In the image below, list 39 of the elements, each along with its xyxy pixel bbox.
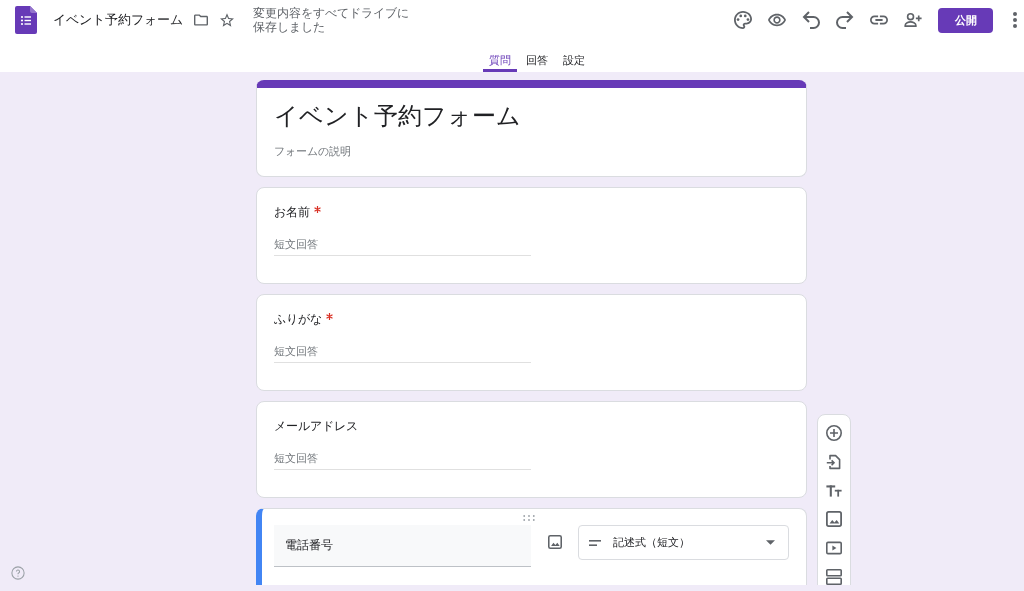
question-card[interactable]: お名前 短文回答 bbox=[256, 187, 807, 284]
tab[interactable]: 回答 bbox=[520, 40, 554, 72]
question-title: メールアドレス bbox=[274, 418, 358, 435]
short-answer-field: 短文回答 bbox=[274, 340, 531, 363]
question-card[interactable]: 電話番号 記述式（短文） bbox=[256, 508, 807, 585]
form-logo-icon[interactable] bbox=[15, 6, 37, 34]
image-icon[interactable] bbox=[548, 535, 562, 549]
video-icon[interactable] bbox=[826, 540, 842, 557]
star-icon[interactable] bbox=[220, 13, 234, 27]
question-card[interactable]: メールアドレス 短文回答 bbox=[256, 401, 807, 498]
add-circle-icon[interactable] bbox=[826, 425, 842, 441]
tab[interactable]: 設定 bbox=[557, 40, 591, 72]
add-person-icon[interactable] bbox=[904, 11, 922, 29]
question-type-dropdown[interactable]: 記述式（短文） bbox=[578, 525, 789, 560]
section-icon[interactable] bbox=[826, 569, 842, 585]
image-icon[interactable] bbox=[826, 511, 842, 528]
question-card[interactable]: ふりがな 短文回答 bbox=[256, 294, 807, 391]
more-icon[interactable] bbox=[1013, 11, 1017, 29]
title-text-icon[interactable] bbox=[826, 482, 842, 499]
form-description[interactable]: フォームの説明 bbox=[274, 143, 788, 159]
question-title-field[interactable]: 電話番号 bbox=[274, 525, 531, 567]
question-title: お名前 bbox=[274, 204, 310, 221]
caret-icon bbox=[766, 540, 775, 545]
short-answer-field: 短文回答 bbox=[274, 233, 531, 256]
eye-icon[interactable] bbox=[768, 11, 786, 29]
drag-handle-icon[interactable] bbox=[522, 515, 535, 521]
form-title[interactable]: イベント予約フォーム bbox=[274, 101, 788, 131]
publish-button[interactable]: 公開 bbox=[938, 7, 993, 33]
short-text-icon bbox=[589, 539, 601, 546]
undo-icon[interactable] bbox=[802, 11, 820, 29]
file-arrow-icon[interactable] bbox=[826, 453, 842, 470]
tab[interactable]: 質問 bbox=[483, 40, 517, 72]
redo-icon[interactable] bbox=[836, 11, 854, 29]
document-title[interactable]: イベント予約フォーム bbox=[53, 11, 183, 29]
question-title: ふりがな bbox=[274, 311, 322, 328]
save-status: 変更内容をすべてドライブに保存しました bbox=[253, 6, 410, 34]
palette-icon[interactable] bbox=[734, 11, 752, 29]
short-answer-field: 短文回答 bbox=[274, 447, 531, 470]
folder-icon[interactable] bbox=[194, 13, 208, 27]
